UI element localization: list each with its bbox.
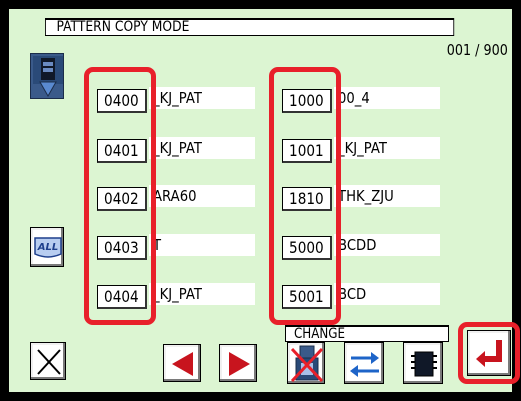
page-counter: 001 / 900 xyxy=(446,41,508,59)
right-pattern-name-2: THK_ZJU xyxy=(334,185,440,207)
close-icon xyxy=(37,349,61,375)
page-title: PATTERN COPY MODE xyxy=(45,18,455,36)
page-title-text: PATTERN COPY MODE xyxy=(56,19,190,35)
previous-page-button[interactable] xyxy=(163,344,201,382)
enter-return-icon xyxy=(476,340,502,367)
swap-arrows-icon xyxy=(350,352,379,377)
right-column-highlight xyxy=(269,67,341,325)
cancel-button[interactable] xyxy=(30,342,66,380)
left-pattern-name-2: ARA60 xyxy=(149,185,255,207)
right-pattern-name-0: 00_4 xyxy=(334,87,440,109)
select-all-button[interactable]: ALL xyxy=(30,227,64,267)
left-column-highlight xyxy=(84,67,156,325)
left-pattern-name-1: _KJ_PAT xyxy=(149,137,255,159)
right-pattern-name-3: BCDD xyxy=(334,234,440,256)
all-icon: ALL xyxy=(34,237,62,258)
next-page-button[interactable] xyxy=(219,344,257,382)
triangle-right-icon xyxy=(229,352,250,376)
memory-button[interactable] xyxy=(403,342,443,384)
change-storage-button[interactable] xyxy=(287,342,325,384)
memory-load-button[interactable] xyxy=(30,53,64,99)
triangle-left-icon xyxy=(172,352,193,376)
right-pattern-name-1: _KJ_PAT xyxy=(334,137,440,159)
memory-card-download-icon xyxy=(33,56,63,98)
enter-button[interactable] xyxy=(467,330,511,376)
all-label: ALL xyxy=(37,242,58,253)
left-pattern-name-4: _KJ_PAT xyxy=(149,283,255,305)
left-pattern-name-3: T xyxy=(149,234,255,256)
change-label: CHANGE xyxy=(285,325,449,342)
swap-button[interactable] xyxy=(344,342,384,384)
chip-icon xyxy=(411,351,437,377)
left-pattern-name-0: _KJ_PAT xyxy=(149,87,255,109)
right-pattern-name-4: BCD xyxy=(334,283,440,305)
media-disabled-icon xyxy=(290,345,324,383)
